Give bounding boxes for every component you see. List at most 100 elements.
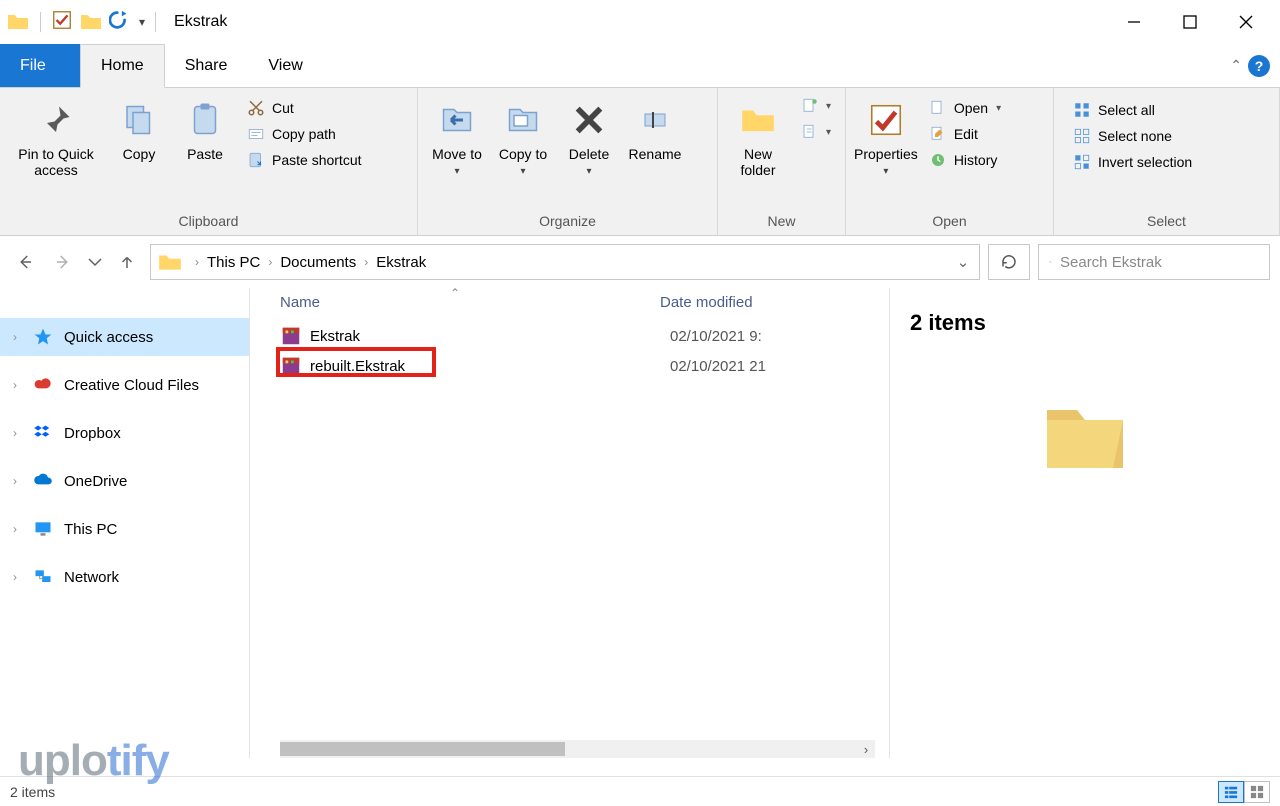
tab-share[interactable]: Share	[165, 44, 249, 87]
scroll-right-icon[interactable]: ›	[857, 742, 875, 757]
edit-button[interactable]: Edit	[928, 124, 1001, 144]
invert-selection-button[interactable]: Invert selection	[1072, 152, 1192, 172]
copy-path-button[interactable]: Copy path	[246, 124, 362, 144]
group-label-open: Open	[846, 209, 1053, 235]
breadcrumb[interactable]: › This PC › Documents › Ekstrak ⌄	[150, 244, 980, 280]
copy-button[interactable]: Copy	[108, 94, 170, 162]
copy-to-button[interactable]: Copy to ▾	[492, 94, 554, 177]
pin-label: Pin to Quick access	[8, 146, 104, 178]
search-input[interactable]	[1060, 254, 1259, 271]
sidebar-item-onedrive[interactable]: › OneDrive	[0, 462, 249, 500]
ribbon: Pin to Quick access Copy Paste Cut Copy …	[0, 88, 1280, 236]
select-none-icon	[1072, 126, 1092, 146]
address-dropdown-icon[interactable]: ⌄	[947, 253, 979, 271]
chevron-right-icon[interactable]: ›	[268, 255, 272, 269]
copy-label: Copy	[123, 146, 156, 162]
history-button[interactable]: History	[928, 150, 1001, 170]
sidebar-item-dropbox[interactable]: › Dropbox	[0, 414, 249, 452]
tab-home[interactable]: Home	[80, 44, 165, 88]
scrollbar-thumb[interactable]	[280, 742, 565, 756]
sidebar-item-creative-cloud[interactable]: › Creative Cloud Files	[0, 366, 249, 404]
select-none-button[interactable]: Select none	[1072, 126, 1192, 146]
archive-icon	[280, 325, 302, 347]
details-view-button[interactable]	[1218, 781, 1244, 803]
refresh-button[interactable]	[988, 244, 1030, 280]
paste-button[interactable]: Paste	[174, 94, 236, 162]
copy-path-label: Copy path	[272, 126, 336, 142]
star-icon	[32, 326, 54, 348]
up-button[interactable]	[112, 247, 142, 277]
group-label-organize: Organize	[418, 209, 717, 235]
properties-button[interactable]: Properties ▾	[854, 94, 918, 177]
title-bar: ▾ Ekstrak	[0, 0, 1280, 44]
maximize-button[interactable]	[1162, 0, 1218, 44]
cut-label: Cut	[272, 100, 294, 116]
sidebar-item-quick-access[interactable]: › Quick access	[0, 318, 249, 356]
breadcrumb-item[interactable]: Ekstrak	[374, 254, 428, 271]
select-none-label: Select none	[1098, 128, 1172, 144]
breadcrumb-item[interactable]: Documents	[278, 254, 358, 271]
window-title: Ekstrak	[174, 13, 227, 31]
open-button[interactable]: Open▾	[928, 98, 1001, 118]
help-icon[interactable]: ?	[1248, 55, 1270, 77]
edit-icon	[928, 124, 948, 144]
delete-button[interactable]: Delete ▾	[558, 94, 620, 177]
copy-to-label: Copy to	[499, 146, 547, 162]
paste-shortcut-button[interactable]: Paste shortcut	[246, 150, 362, 170]
new-item-button[interactable]: ▾	[800, 96, 831, 116]
move-to-button[interactable]: Move to ▾	[426, 94, 488, 177]
properties-check-icon[interactable]	[51, 9, 73, 35]
search-icon	[1049, 253, 1052, 271]
close-button[interactable]	[1218, 0, 1274, 44]
file-date: 02/10/2021 21	[670, 358, 889, 375]
chevron-right-icon[interactable]: ›	[8, 330, 22, 344]
chevron-right-icon[interactable]: ›	[8, 426, 22, 440]
file-date: 02/10/2021 9:	[670, 328, 889, 345]
folder-icon[interactable]	[79, 10, 103, 34]
tab-view[interactable]: View	[248, 44, 323, 87]
sidebar-item-label: Dropbox	[64, 425, 121, 442]
sort-indicator-icon: ⌃	[450, 286, 460, 300]
column-header-name[interactable]: ⌃ Name	[250, 294, 660, 311]
chevron-right-icon[interactable]: ›	[195, 255, 199, 269]
chevron-right-icon[interactable]: ›	[364, 255, 368, 269]
file-list: ⌃ Name Date modified Ekstrak 02/10/2021 …	[250, 288, 890, 758]
sidebar-item-this-pc[interactable]: › This PC	[0, 510, 249, 548]
dropbox-icon	[32, 422, 54, 444]
file-row[interactable]: rebuilt.Ekstrak 02/10/2021 21	[250, 351, 889, 381]
select-all-button[interactable]: Select all	[1072, 100, 1192, 120]
rename-button[interactable]: Rename	[624, 94, 686, 162]
history-icon	[928, 150, 948, 170]
rename-label: Rename	[629, 146, 682, 162]
creative-cloud-icon	[32, 374, 54, 396]
tab-file[interactable]: File	[0, 44, 80, 87]
new-folder-button[interactable]: New folder	[726, 94, 790, 178]
qat-dropdown-icon[interactable]: ▾	[139, 15, 145, 29]
forward-button[interactable]	[48, 247, 78, 277]
new-folder-label: New folder	[726, 146, 790, 178]
chevron-right-icon[interactable]: ›	[8, 378, 22, 392]
chevron-right-icon[interactable]: ›	[8, 522, 22, 536]
horizontal-scrollbar[interactable]: ›	[280, 740, 875, 758]
column-header-date[interactable]: Date modified	[660, 294, 889, 311]
chevron-right-icon[interactable]: ›	[8, 570, 22, 584]
collapse-ribbon-icon[interactable]: ⌃	[1230, 57, 1242, 74]
breadcrumb-item[interactable]: This PC	[205, 254, 262, 271]
folder-icon	[1035, 386, 1135, 486]
annotation-highlight	[276, 347, 436, 377]
sidebar-item-network[interactable]: › Network	[0, 558, 249, 596]
preview-title: 2 items	[910, 306, 1260, 356]
minimize-button[interactable]	[1106, 0, 1162, 44]
pin-to-quick-access-button[interactable]: Pin to Quick access	[8, 94, 104, 178]
ribbon-tabs: File Home Share View ⌃ ?	[0, 44, 1280, 88]
recent-locations-button[interactable]	[86, 247, 104, 277]
cut-button[interactable]: Cut	[246, 98, 362, 118]
thumbnails-view-button[interactable]	[1244, 781, 1270, 803]
redo-icon[interactable]	[109, 9, 131, 35]
easy-access-button[interactable]: ▾	[800, 122, 831, 142]
search-box[interactable]	[1038, 244, 1270, 280]
chevron-right-icon[interactable]: ›	[8, 474, 22, 488]
address-bar: › This PC › Documents › Ekstrak ⌄	[0, 236, 1280, 288]
copy-path-icon	[246, 124, 266, 144]
back-button[interactable]	[10, 247, 40, 277]
